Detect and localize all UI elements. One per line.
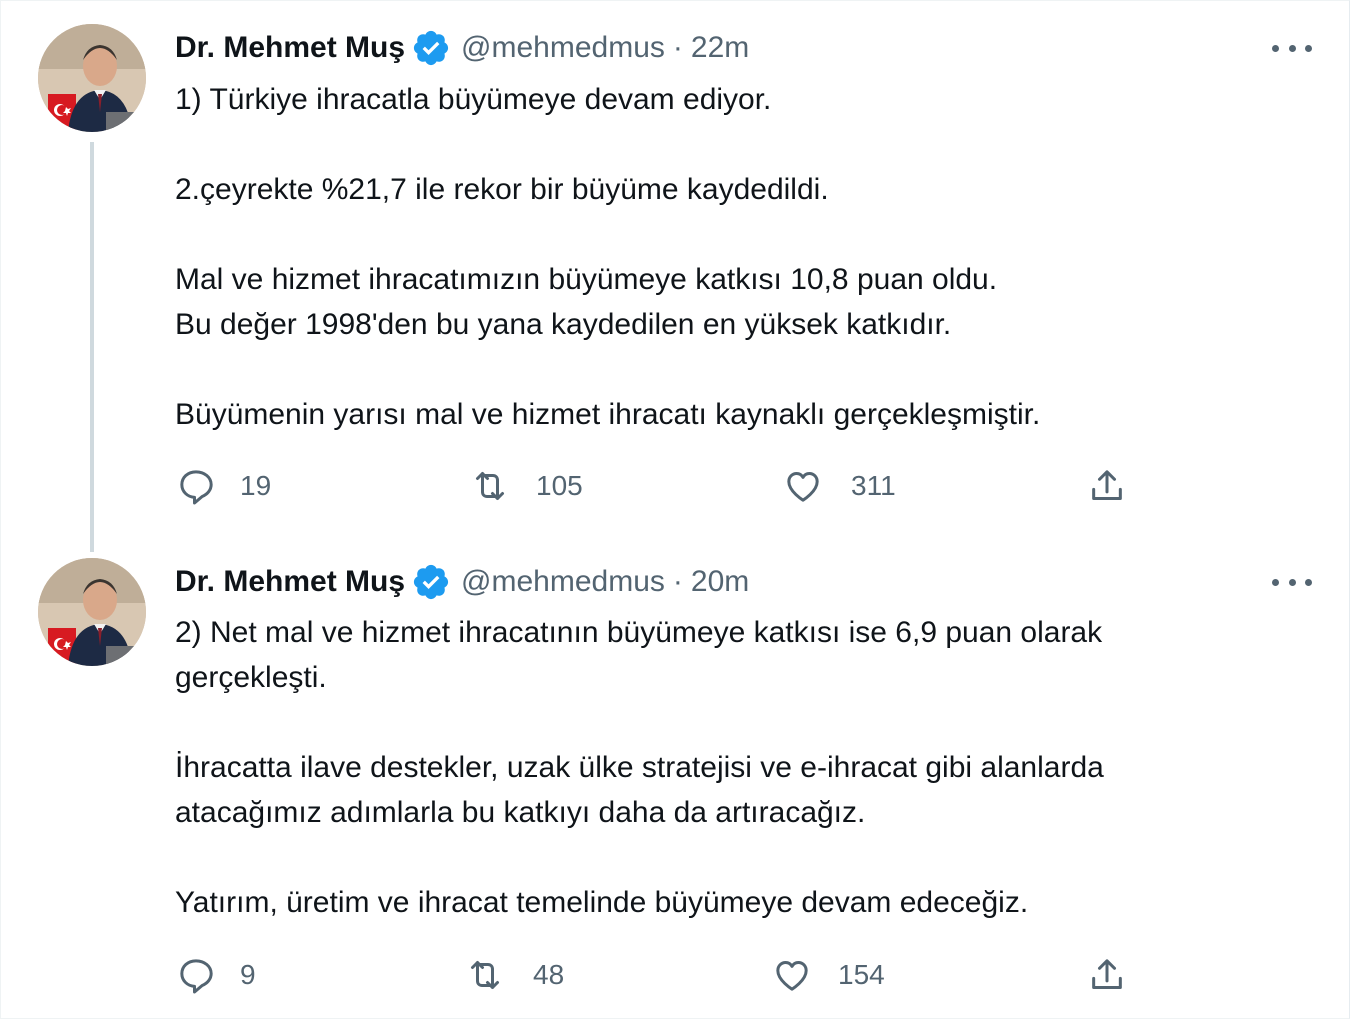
tweet[interactable]: Dr. Mehmet Muş @mehmedmus · 20m 2) Net m…: [0, 540, 1350, 1019]
share-icon: [1087, 955, 1127, 995]
heart-icon: [783, 466, 823, 506]
share-button[interactable]: [1087, 953, 1127, 997]
tweet-text-line: [175, 700, 1295, 745]
reply-count: 19: [240, 470, 272, 501]
tweet-text-line: Yatırım, üretim ve ihracat temelinde büy…: [175, 886, 1029, 919]
tweet-timestamp[interactable]: 20m: [691, 565, 749, 599]
reply-button[interactable]: 19: [176, 464, 271, 508]
tweet[interactable]: Dr. Mehmet Muş @mehmedmus · 22m 1) Türki…: [0, 0, 1350, 540]
more-dot: [1272, 44, 1279, 52]
tweet-text-line: Bu değer 1998'den bu yana kaydedilen en …: [175, 308, 952, 341]
author-handle[interactable]: @mehmedmus: [461, 565, 665, 599]
tweet-text-line: [175, 835, 1295, 880]
reply-icon: [176, 955, 216, 995]
like-count: 311: [851, 470, 896, 501]
more-dot: [1288, 44, 1296, 52]
verified-badge-icon: [411, 562, 451, 602]
tweet-text-line: 2.çeyrekte %21,7 ile rekor bir büyüme ka…: [175, 173, 829, 206]
share-button[interactable]: [1087, 464, 1127, 508]
retweet-icon: [470, 466, 510, 506]
author-avatar[interactable]: [38, 24, 146, 132]
retweet-count: 105: [536, 470, 583, 501]
tweet-text-line: 1) Türkiye ihracatla büyümeye devam ediy…: [175, 83, 772, 116]
tweet-text: 1) Türkiye ihracatla büyümeye devam ediy…: [175, 77, 1295, 437]
retweet-count: 48: [533, 959, 565, 990]
reply-icon: [176, 466, 216, 506]
reply-count: 9: [240, 959, 256, 990]
more-dot: [1288, 578, 1296, 586]
like-button[interactable]: 311: [783, 464, 896, 508]
retweet-button[interactable]: 48: [465, 953, 564, 997]
tweet-text-line: [175, 347, 1295, 392]
tweet-header: Dr. Mehmet Muş @mehmedmus · 22m: [175, 28, 749, 68]
like-button[interactable]: 154: [772, 953, 885, 997]
author-name[interactable]: Dr. Mehmet Muş: [175, 31, 405, 65]
verified-badge-icon: [411, 28, 451, 68]
separator-dot: ·: [672, 31, 683, 64]
author-handle[interactable]: @mehmedmus: [461, 31, 665, 65]
tweet-text-line: İhracatta ilave destekler, uzak ülke str…: [175, 751, 1104, 784]
like-count: 154: [838, 959, 885, 990]
retweet-icon: [465, 955, 505, 995]
tweet-text-line: gerçekleşti.: [175, 661, 327, 694]
more-dot: [1305, 578, 1312, 586]
author-avatar[interactable]: [38, 558, 146, 666]
tweet-text-line: [175, 122, 1295, 167]
tweet-text: 2) Net mal ve hizmet ihracatının büyümey…: [175, 610, 1295, 925]
tweet-timestamp[interactable]: 22m: [691, 31, 749, 65]
separator-dot: ·: [672, 565, 683, 598]
more-dot: [1272, 578, 1279, 586]
reply-button[interactable]: 9: [176, 953, 256, 997]
share-icon: [1087, 466, 1127, 506]
author-name[interactable]: Dr. Mehmet Muş: [175, 565, 405, 599]
tweet-text-line: [175, 212, 1295, 257]
more-options-icon[interactable]: [1272, 572, 1312, 592]
tweet-header: Dr. Mehmet Muş @mehmedmus · 20m: [175, 562, 749, 602]
more-dot: [1305, 44, 1312, 52]
tweet-text-line: Mal ve hizmet ihracatımızın büyümeye kat…: [175, 263, 998, 296]
tweet-text-line: Büyümenin yarısı mal ve hizmet ihracatı …: [175, 398, 1041, 431]
tweet-text-line: 2) Net mal ve hizmet ihracatının büyümey…: [175, 616, 1103, 649]
heart-icon: [772, 955, 812, 995]
tweet-text-line: atacağımız adımlarla bu katkıyı daha da …: [175, 796, 866, 829]
retweet-button[interactable]: 105: [470, 464, 583, 508]
more-options-icon[interactable]: [1272, 38, 1312, 58]
